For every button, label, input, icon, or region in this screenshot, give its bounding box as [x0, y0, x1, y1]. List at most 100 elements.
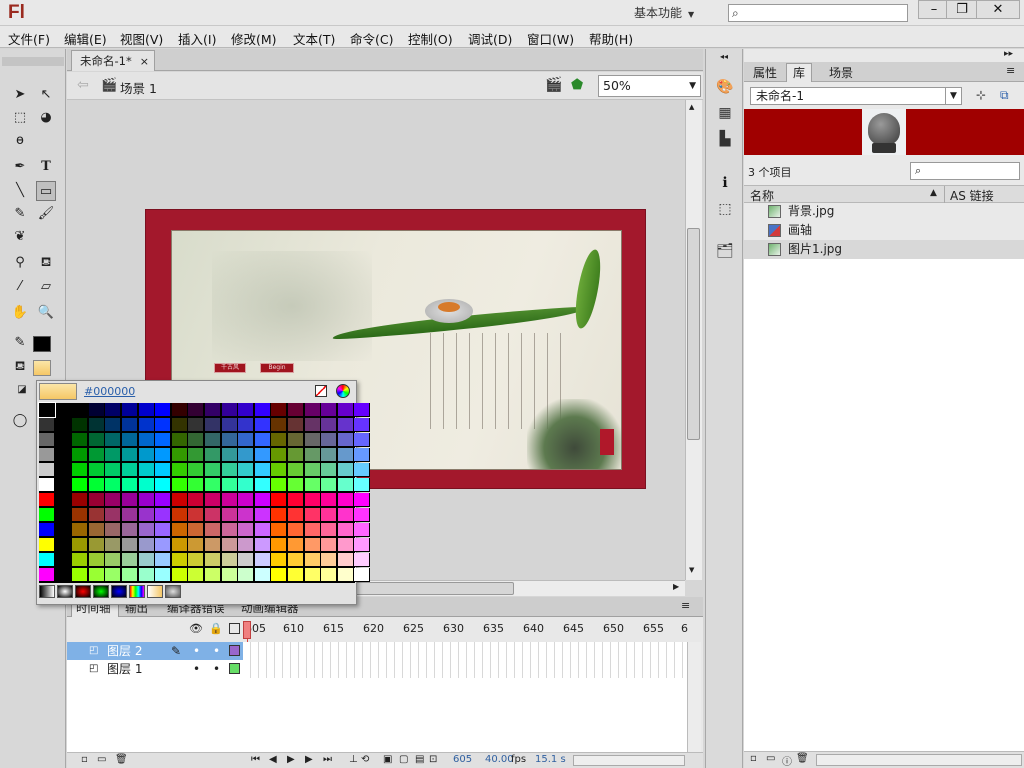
color-swatch[interactable]: [238, 553, 255, 567]
color-swatch[interactable]: [72, 493, 89, 507]
color-swatch[interactable]: [205, 478, 221, 492]
onion-markers-icon[interactable]: ⊡: [429, 754, 437, 765]
menu-control[interactable]: 控制(O): [408, 29, 453, 48]
color-swatch[interactable]: [288, 418, 304, 432]
color-swatch[interactable]: [238, 568, 255, 582]
color-swatch[interactable]: [122, 403, 138, 417]
color-swatch[interactable]: [138, 478, 155, 492]
color-swatch[interactable]: [105, 568, 122, 582]
color-swatch[interactable]: [39, 553, 55, 567]
color-swatch[interactable]: [171, 418, 188, 432]
close-tab-icon[interactable]: ×: [140, 55, 149, 68]
color-swatch[interactable]: [188, 403, 205, 417]
color-swatch[interactable]: [105, 538, 122, 552]
color-swatch[interactable]: [188, 493, 205, 507]
color-swatch[interactable]: [188, 448, 205, 462]
menu-help[interactable]: 帮助(H): [589, 29, 633, 48]
transform-panel-icon[interactable]: ⬚: [715, 199, 735, 219]
color-swatch[interactable]: [337, 523, 354, 537]
color-wheel-icon[interactable]: [336, 384, 350, 398]
gradient-swatch[interactable]: [39, 585, 55, 598]
artwork-button-2[interactable]: Begin: [260, 363, 294, 373]
color-swatch[interactable]: [122, 478, 138, 492]
color-swatch[interactable]: [122, 508, 138, 522]
color-swatch[interactable]: [271, 433, 288, 447]
color-swatch[interactable]: [55, 553, 72, 567]
color-swatch[interactable]: [321, 493, 338, 507]
color-swatch[interactable]: [288, 448, 304, 462]
color-swatch[interactable]: [321, 463, 338, 477]
color-swatch[interactable]: [155, 463, 172, 477]
color-swatch[interactable]: [39, 568, 55, 582]
color-swatch[interactable]: [288, 478, 304, 492]
show-hide-eye-icon[interactable]: 👁: [189, 622, 203, 635]
scroll-right-icon[interactable]: ▶: [673, 582, 679, 591]
color-swatch[interactable]: [105, 448, 122, 462]
color-swatch[interactable]: [238, 403, 255, 417]
color-swatch[interactable]: [271, 403, 288, 417]
color-swatch[interactable]: [88, 463, 105, 477]
color-swatch[interactable]: [205, 448, 221, 462]
color-swatch[interactable]: [138, 418, 155, 432]
color-swatch[interactable]: [337, 478, 354, 492]
color-swatch[interactable]: [271, 493, 288, 507]
restore-button[interactable]: ❐: [946, 0, 978, 19]
color-swatch[interactable]: [138, 448, 155, 462]
color-swatch[interactable]: [188, 538, 205, 552]
color-swatch[interactable]: [321, 553, 338, 567]
color-swatch[interactable]: [171, 508, 188, 522]
color-swatch[interactable]: [337, 553, 354, 567]
color-swatch[interactable]: [88, 448, 105, 462]
stage-vertical-scrollbar[interactable]: ▲ ▼: [685, 100, 702, 580]
color-swatch[interactable]: [88, 403, 105, 417]
collapse-strip-icon[interactable]: ◂◂: [708, 52, 740, 61]
color-swatch[interactable]: [221, 403, 238, 417]
color-swatch[interactable]: [337, 568, 354, 582]
color-swatch[interactable]: [188, 463, 205, 477]
delete-layer-icon[interactable]: 🗑: [115, 754, 128, 765]
hand-tool-icon[interactable]: ✋: [10, 303, 30, 323]
color-swatch[interactable]: [205, 523, 221, 537]
color-swatch[interactable]: [288, 493, 304, 507]
color-swatch[interactable]: [88, 433, 105, 447]
color-swatch[interactable]: [88, 553, 105, 567]
onion-outline-icon[interactable]: ▢: [399, 754, 408, 765]
visible-dot[interactable]: •: [193, 642, 200, 660]
new-folder-icon[interactable]: ▭: [97, 754, 106, 765]
color-swatch[interactable]: [354, 538, 371, 552]
color-swatch[interactable]: [321, 478, 338, 492]
center-frame-icon[interactable]: ⊥: [349, 754, 358, 765]
color-swatch[interactable]: [304, 568, 321, 582]
color-swatch[interactable]: [88, 568, 105, 582]
color-swatch[interactable]: [171, 463, 188, 477]
bone-tool-icon[interactable]: ⚲: [10, 253, 30, 273]
color-swatch[interactable]: [271, 508, 288, 522]
timeline-horizontal-scrollbar[interactable]: [573, 755, 685, 766]
color-swatch[interactable]: [155, 418, 172, 432]
eraser-tool-icon[interactable]: ▱: [36, 277, 56, 297]
color-swatch[interactable]: [55, 478, 72, 492]
color-swatch[interactable]: [205, 463, 221, 477]
color-swatch[interactable]: [188, 433, 205, 447]
color-swatch[interactable]: [288, 568, 304, 582]
color-swatch[interactable]: [105, 403, 122, 417]
color-swatch[interactable]: [337, 538, 354, 552]
color-swatch[interactable]: [254, 523, 271, 537]
lasso-tool-icon[interactable]: ɵ: [10, 131, 30, 151]
color-swatch[interactable]: [354, 403, 371, 417]
color-swatch[interactable]: [271, 523, 288, 537]
color-swatch[interactable]: [122, 448, 138, 462]
color-swatch[interactable]: [304, 418, 321, 432]
color-swatch[interactable]: [354, 553, 371, 567]
color-swatch[interactable]: [171, 493, 188, 507]
color-swatch[interactable]: [337, 463, 354, 477]
color-swatch[interactable]: [354, 463, 371, 477]
color-swatch[interactable]: [39, 448, 55, 462]
color-swatch[interactable]: [321, 523, 338, 537]
timeline-vertical-scrollbar[interactable]: [687, 642, 701, 752]
color-swatch[interactable]: [72, 418, 89, 432]
no-color-icon[interactable]: [315, 385, 327, 397]
paint-bucket-tool-icon[interactable]: ⛾: [36, 253, 56, 273]
menu-edit[interactable]: 编辑(E): [64, 29, 107, 48]
expand-panel-icon[interactable]: ▸▸: [1004, 49, 1013, 59]
